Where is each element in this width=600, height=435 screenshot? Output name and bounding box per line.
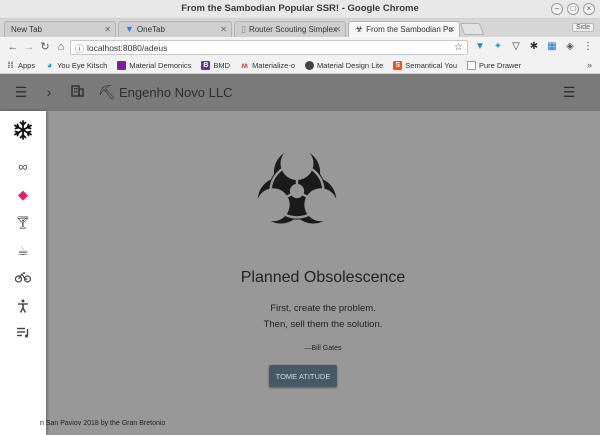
tab-strip: New Tab ✕ ▼ OneTab ✕ ▯ Router Scouting S… <box>0 19 600 37</box>
quote-author: —Bill Gates <box>304 345 342 352</box>
bookmark-mdl[interactable]: Material Design Lite <box>305 61 383 70</box>
building-icon[interactable] <box>69 84 85 100</box>
tab-label: Router Scouting Simplex <box>248 25 337 34</box>
bookmark-semantical-you[interactable]: S Semantical You <box>393 61 457 70</box>
quote-line-2: Then, sell them the solution. <box>263 319 383 330</box>
forward-icon[interactable]: → <box>22 40 36 54</box>
playlist-icon[interactable] <box>0 327 46 338</box>
page-icon <box>467 61 476 70</box>
bookmark-materialize[interactable]: ʍ Materialize-o <box>240 61 295 70</box>
cube-icon[interactable]: ◆ <box>0 187 46 203</box>
tab-label: From the Sambodian Po <box>366 25 453 34</box>
bookmark-apps[interactable]: ⁞⁞ Apps <box>6 60 36 71</box>
bike-icon[interactable] <box>0 271 46 283</box>
document-icon: ▯ <box>241 24 246 34</box>
reload-icon[interactable]: ↻ <box>38 40 52 54</box>
coffee-icon[interactable]: ☕︎ <box>0 243 46 259</box>
back-icon[interactable]: ← <box>6 40 20 54</box>
m-icon: ʍ <box>241 61 248 70</box>
bookmark-bmd[interactable]: B BMD <box>201 61 230 70</box>
vue-extension-icon[interactable]: ▽ <box>510 41 522 53</box>
snowflake-icon[interactable] <box>0 119 46 141</box>
extension-icons: ▼ ✦ ▽ ✱ ▦ ◈ ⋮ <box>474 41 594 53</box>
maximize-button[interactable]: □ <box>567 3 579 15</box>
bookmark-label: You Eye Kitsch <box>57 61 108 70</box>
biohazard-icon: ☣ <box>355 24 364 34</box>
side-nav: ∞ ◆ 🍸︎ ☕︎ <box>0 111 46 435</box>
chevron-right-icon[interactable]: › <box>41 84 57 100</box>
bookmarks-bar: ⁞⁞ Apps ◕ You Eye Kitsch Material Demoni… <box>0 58 600 74</box>
take-action-button[interactable]: TOME ATITUDE <box>269 365 337 387</box>
tab-close-icon[interactable]: ✕ <box>220 25 227 34</box>
biohazard-icon <box>241 136 353 246</box>
tab-sambodian[interactable]: ☣ From the Sambodian Po ✕ <box>348 21 460 37</box>
grid-extension-icon[interactable]: ▦ <box>546 41 558 53</box>
bookmark-label: Pure Drawer <box>479 61 522 70</box>
tab-new-tab[interactable]: New Tab ✕ <box>4 21 116 37</box>
tab-close-icon[interactable]: ✕ <box>334 25 341 34</box>
window-titlebar: From the Sambodian Popular SSR! - Google… <box>0 0 600 19</box>
mdl-icon <box>305 61 314 70</box>
puzzle-extension-icon[interactable]: ✱ <box>528 41 540 53</box>
tab-close-icon[interactable]: ✕ <box>104 25 111 34</box>
app-viewport: ☰ › ⛏ Engenho Novo LLC ☰ ∞ ◆ 🍸︎ ☕︎ Plann… <box>0 74 600 435</box>
bookmark-you-eye-kitsch[interactable]: ◕ You Eye Kitsch <box>45 60 108 71</box>
tab-label: New Tab <box>11 25 42 34</box>
s-icon: S <box>393 61 403 70</box>
apps-grid-icon: ⁞⁞ <box>7 60 14 70</box>
bookmark-pure-drawer[interactable]: Pure Drawer <box>467 61 521 70</box>
shield-extension-icon[interactable]: ◈ <box>564 41 576 53</box>
info-icon[interactable]: ⓘ <box>75 42 84 55</box>
profile-badge[interactable]: Side <box>571 23 594 32</box>
pickaxe-icon: ⛏ <box>98 84 116 100</box>
menu-kebab-icon[interactable]: ⋮ <box>582 41 594 53</box>
minimize-button[interactable]: – <box>551 3 563 15</box>
hero-title: Planned Obsolescence <box>240 269 406 286</box>
app-toolbar: ☰ › ⛏ Engenho Novo LLC ☰ <box>0 74 600 111</box>
tab-label: OneTab <box>136 25 165 34</box>
window-controls: – □ × <box>551 3 595 15</box>
tab-onetab[interactable]: ▼ OneTab ✕ <box>118 21 232 37</box>
onetab-icon: ▼ <box>125 24 134 34</box>
accessibility-icon[interactable] <box>0 299 46 313</box>
b-icon: B <box>201 61 211 70</box>
bookmark-label: Material Design Lite <box>317 61 384 70</box>
tab-close-icon[interactable]: ✕ <box>448 25 455 34</box>
address-bar[interactable]: ⓘ localhost:8080/adeus ☆ <box>70 40 468 55</box>
twitter-extension-icon[interactable]: ✦ <box>492 41 504 53</box>
tab-router-scouting[interactable]: ▯ Router Scouting Simplex ✕ <box>234 21 346 37</box>
menu-icon[interactable]: ☰ <box>13 84 29 100</box>
footer-text: n San Paviov 2018 by the Gran Bretonio <box>40 420 166 427</box>
overflow-menu-icon[interactable]: ☰ <box>561 84 577 100</box>
address-bar-url: localhost:8080/adeus <box>87 43 168 53</box>
main-content: Planned Obsolescence First, create the p… <box>46 111 600 435</box>
browser-toolbar: ← → ↻ ⌂ ⓘ localhost:8080/adeus ☆ ▼ ✦ ▽ ✱… <box>0 37 600 58</box>
bookmark-label: Semantical You <box>405 61 457 70</box>
infinity-icon[interactable]: ∞ <box>0 159 46 174</box>
close-window-button[interactable]: × <box>583 3 595 15</box>
bookmarks-overflow-icon[interactable]: » <box>587 60 592 70</box>
bookmark-label: Material Demonics <box>129 61 192 70</box>
window-title: From the Sambodian Popular SSR! - Google… <box>181 3 419 14</box>
new-tab-button[interactable] <box>459 23 485 35</box>
cocktail-icon[interactable]: 🍸︎ <box>0 215 46 231</box>
bookmark-label: Materialize-o <box>252 61 295 70</box>
app-brand: Engenho Novo LLC <box>119 85 233 100</box>
home-icon[interactable]: ⌂ <box>54 40 68 54</box>
bookmark-material-demonics[interactable]: Material Demonics <box>117 61 191 70</box>
bookmark-label: BMD <box>213 61 231 70</box>
bookmark-label: Apps <box>18 61 36 70</box>
globe-icon: ◕ <box>46 60 53 70</box>
onetab-extension-icon[interactable]: ▼ <box>474 41 486 53</box>
square-icon <box>117 61 127 70</box>
bookmark-star-icon[interactable]: ☆ <box>454 42 463 53</box>
quote-line-1: First, create the problem. <box>270 303 376 314</box>
